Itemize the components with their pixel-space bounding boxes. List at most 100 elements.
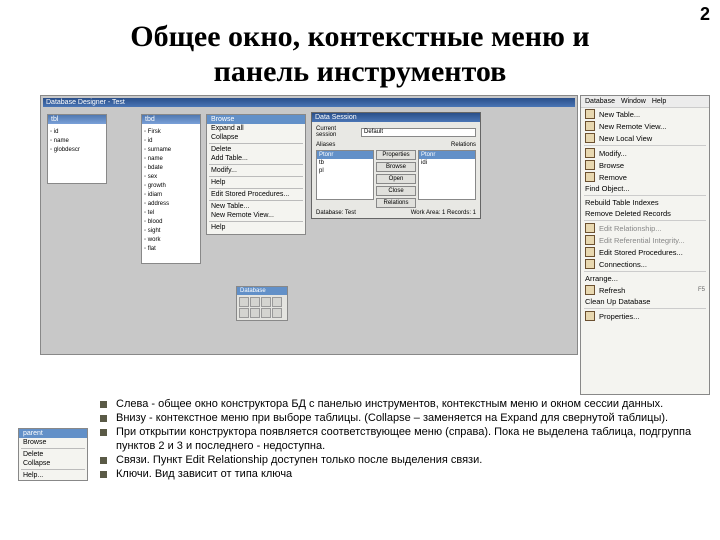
menu-help[interactable]: Help — [652, 98, 666, 105]
toolbar-button-icon[interactable] — [250, 308, 260, 318]
field: name — [50, 137, 104, 146]
menu-item-properties[interactable]: Properties... — [581, 310, 709, 322]
toolbar-button-icon[interactable] — [261, 308, 271, 318]
ctx-separator — [21, 448, 85, 449]
context-menu-main[interactable]: Browse Expand all Collapse Delete Add Ta… — [206, 114, 306, 235]
ctx-item-help[interactable]: Help... — [19, 471, 87, 480]
menu-window[interactable]: Window — [621, 98, 646, 105]
current-session-row: Current session Default — [312, 124, 480, 140]
ctx-separator — [209, 221, 303, 222]
ctx-separator — [209, 164, 303, 165]
data-session-dialog[interactable]: Data Session Current session Default Ali… — [311, 112, 481, 219]
ctx-item[interactable]: Collapse — [207, 133, 305, 142]
current-session-input[interactable]: Default — [361, 128, 476, 137]
table-window-1[interactable]: tbl id name globdescr — [47, 114, 107, 184]
ctx-item[interactable]: Help — [207, 178, 305, 187]
ctx-item-delete[interactable]: Delete — [19, 450, 87, 459]
ctx-item-collapse[interactable]: Collapse — [19, 459, 87, 468]
menu-item-refresh[interactable]: RefreshF5 — [581, 284, 709, 296]
field: blood — [144, 218, 198, 227]
menu-item-new-remote-view[interactable]: New Remote View... — [581, 120, 709, 132]
database-designer-window: Database Designer - Test tbl id name glo… — [40, 95, 578, 355]
aliases-list[interactable]: Ptonr tb pl — [316, 150, 374, 200]
ctx-item[interactable]: New Table... — [207, 202, 305, 211]
menu-item-remove-deleted[interactable]: Remove Deleted Records — [581, 208, 709, 219]
toolbar-button-icon[interactable] — [239, 308, 249, 318]
menu-item-edit-ref-integrity[interactable]: Edit Referential Integrity... — [581, 234, 709, 246]
ctx-item[interactable]: New Remote View... — [207, 211, 305, 220]
ctx-separator — [209, 188, 303, 189]
ctx-menu-header: Browse — [207, 115, 305, 124]
menu-item-new-local-view[interactable]: New Local View — [581, 132, 709, 144]
proc-icon — [585, 247, 595, 257]
close-button[interactable]: Close — [376, 186, 416, 196]
ctx-item[interactable]: Modify... — [207, 166, 305, 175]
field: flat — [144, 245, 198, 254]
properties-button[interactable]: Properties — [376, 150, 416, 160]
bullet-item: Слева - общее окно конструктора БД с пан… — [100, 398, 706, 411]
field: address — [144, 200, 198, 209]
toolbar-button-icon[interactable] — [261, 297, 271, 307]
field: tel — [144, 209, 198, 218]
ctx-item[interactable]: Edit Stored Procedures... — [207, 190, 305, 199]
list-item[interactable]: idi — [419, 159, 475, 167]
database-menu-panel: Database Window Help New Table... New Re… — [580, 95, 710, 395]
menu-separator — [584, 308, 706, 309]
ctx-item[interactable]: Delete — [207, 145, 305, 154]
screenshot-area: Database Designer - Test tbl id name glo… — [40, 95, 710, 395]
ctx-item-browse[interactable]: Browse — [19, 438, 87, 447]
menu-item-arrange[interactable]: Arrange... — [581, 273, 709, 284]
menu-item-browse[interactable]: Browse — [581, 159, 709, 171]
aliases-label: Aliases — [316, 142, 335, 148]
menu-separator — [584, 195, 706, 196]
ctx-separator — [209, 143, 303, 144]
menu-item-edit-stored-procs[interactable]: Edit Stored Procedures... — [581, 246, 709, 258]
integrity-icon — [585, 235, 595, 245]
menu-item-cleanup[interactable]: Clean Up Database — [581, 296, 709, 307]
relation-icon — [585, 223, 595, 233]
field: Firsk — [144, 128, 198, 137]
menu-database[interactable]: Database — [585, 98, 615, 105]
field: work — [144, 236, 198, 245]
browse-button[interactable]: Browse — [376, 162, 416, 172]
menu-item-new-table[interactable]: New Table... — [581, 108, 709, 120]
toolbar-button-icon[interactable] — [250, 297, 260, 307]
relations-button[interactable]: Relations — [376, 198, 416, 208]
menu-item-find-object[interactable]: Find Object... — [581, 183, 709, 194]
page-number: 2 — [700, 4, 710, 25]
toolbar-button-icon[interactable] — [239, 297, 249, 307]
menu-item-edit-relationship[interactable]: Edit Relationship... — [581, 222, 709, 234]
field: sex — [144, 173, 198, 182]
toolbar-button-icon[interactable] — [272, 297, 282, 307]
menu-bar: Database Window Help — [581, 96, 709, 108]
ctx-separator — [21, 469, 85, 470]
modify-icon — [585, 148, 595, 158]
database-toolbar[interactable]: Database — [236, 286, 288, 321]
field: growth — [144, 182, 198, 191]
session-footer-db: Database: Test — [316, 210, 356, 216]
menu-item-rebuild-indexes[interactable]: Rebuild Table Indexes — [581, 197, 709, 208]
session-footer-workarea: Work Area: 1 Records: 1 — [411, 210, 476, 216]
ctx-item[interactable]: Add Table... — [207, 154, 305, 163]
menu-item-connections[interactable]: Connections... — [581, 258, 709, 270]
toolbar-button-icon[interactable] — [272, 308, 282, 318]
table-context-menu[interactable]: parent Browse Delete Collapse Help... — [18, 428, 88, 481]
data-session-title: Data Session — [312, 113, 480, 122]
relations-list[interactable]: Ptonr idi — [418, 150, 476, 200]
list-item[interactable]: tb — [317, 159, 373, 167]
field: name — [144, 155, 198, 164]
open-button[interactable]: Open — [376, 174, 416, 184]
session-button-column: Properties Browse Open Close Relations — [376, 150, 416, 208]
ctx-item[interactable]: Help — [207, 223, 305, 232]
table-2-fields: Firsk id surname name bdate sex growth i… — [142, 126, 200, 256]
list-item[interactable]: pl — [317, 167, 373, 175]
menu-item-remove[interactable]: Remove — [581, 171, 709, 183]
refresh-icon — [585, 285, 595, 295]
table-window-2[interactable]: tbd Firsk id surname name bdate sex grow… — [141, 114, 201, 264]
relations-label: Relations — [451, 142, 476, 148]
ctx-item[interactable]: Expand all — [207, 124, 305, 133]
field: idiam — [144, 191, 198, 200]
remote-view-icon — [585, 121, 595, 131]
menu-item-modify[interactable]: Modify... — [581, 147, 709, 159]
field: bdate — [144, 164, 198, 173]
